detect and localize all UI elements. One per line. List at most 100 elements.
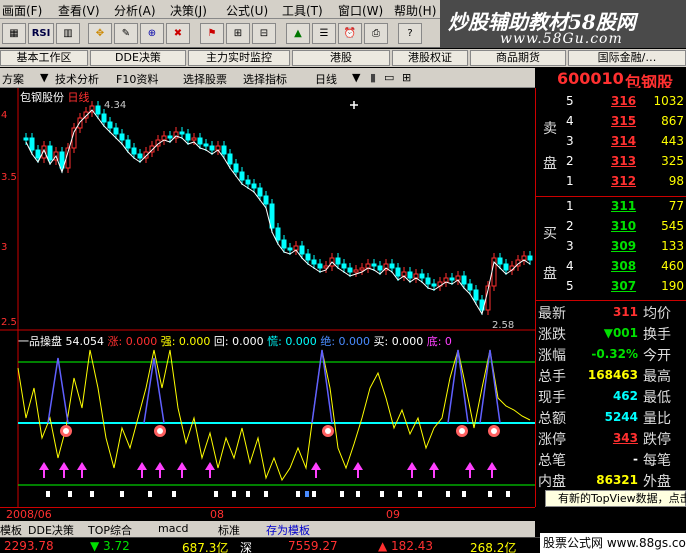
- menu-view[interactable]: 查看(V): [58, 2, 100, 19]
- chart-type-icon[interactable]: ▮: [370, 71, 376, 84]
- sell-price-3[interactable]: 314: [611, 134, 636, 148]
- menu-screen[interactable]: 画面(F): [2, 2, 42, 19]
- buy-price-4[interactable]: 308: [611, 259, 636, 273]
- buy-volume-2: 545: [661, 219, 684, 233]
- tab-hk-warrant[interactable]: 港股权证: [392, 50, 468, 66]
- kline-chart[interactable]: 4 3.5 3 2.5: [0, 88, 535, 507]
- signal-marker: [296, 491, 300, 497]
- signal-marker: [90, 491, 94, 497]
- tab-top[interactable]: TOP综合: [88, 522, 132, 538]
- sell-price-1[interactable]: 312: [611, 174, 636, 188]
- buy-price-1[interactable]: 311: [611, 199, 636, 213]
- crosshair-icon[interactable]: ⊕: [140, 23, 164, 44]
- tab-dde[interactable]: DDE决策: [90, 50, 186, 66]
- dropdown-icon[interactable]: ▼: [40, 71, 48, 84]
- tab-template[interactable]: 模板: [0, 522, 22, 538]
- tab-commodity[interactable]: 商品期货: [470, 50, 566, 66]
- candle-body: [443, 277, 449, 283]
- quote-panel: 5 316 1032 4 315 867 3 314 443 2 313 325 1 312 98 1 311 7…: [535, 88, 686, 507]
- tab-basic-workspace[interactable]: 基本工作区: [0, 50, 88, 66]
- candle-body: [299, 245, 305, 255]
- candle-body: [233, 163, 239, 173]
- topview-notice[interactable]: 有新的TopView数据，点击: [545, 490, 686, 507]
- candle-body: [191, 137, 197, 141]
- buy-volume-5: 190: [661, 279, 684, 293]
- candle-body: [287, 247, 293, 251]
- sell-price-4[interactable]: 315: [611, 114, 636, 128]
- move-icon[interactable]: ✥: [88, 23, 112, 44]
- stat-label: 涨幅: [538, 348, 566, 364]
- f10-button[interactable]: F10资料: [116, 71, 158, 87]
- select-indicator-button[interactable]: 选择指标: [243, 71, 287, 87]
- buy-volume-4: 460: [661, 259, 684, 273]
- stat-value: -0.32%: [591, 347, 638, 361]
- sell-level-5: 5: [566, 94, 574, 108]
- flag-icon[interactable]: ⚑: [200, 23, 224, 44]
- candle-body: [263, 195, 269, 205]
- menu-analysis[interactable]: 分析(A): [114, 2, 156, 19]
- sell-price-2[interactable]: 313: [611, 154, 636, 168]
- grid-toggle-icon[interactable]: ⊞: [402, 71, 411, 84]
- buy-price-5[interactable]: 307: [611, 279, 636, 293]
- indicator-icon[interactable]: ▲: [286, 23, 310, 44]
- y-tick-label: 3.5: [1, 172, 17, 183]
- grid-icon[interactable]: ▦: [2, 23, 26, 44]
- signal-marker: [446, 491, 450, 497]
- menu-formula[interactable]: 公式(U): [226, 2, 268, 19]
- stat-value: 168463: [587, 368, 638, 382]
- sell-level-1: 1: [566, 174, 574, 188]
- menu-tools[interactable]: 工具(T): [282, 2, 323, 19]
- stat-label: 总手: [538, 369, 566, 385]
- tab-standard[interactable]: 标准: [218, 522, 240, 538]
- candle-body: [209, 145, 215, 151]
- rsi-button[interactable]: RSI: [28, 23, 54, 44]
- scheme-button[interactable]: 方案: [2, 71, 24, 87]
- list-icon[interactable]: ☰: [312, 23, 336, 44]
- candle-body: [221, 145, 227, 155]
- stat-label-right: 每笔: [643, 453, 671, 469]
- bar-chart-icon[interactable]: ▥: [56, 23, 80, 44]
- tool-icon[interactable]: ▭: [384, 71, 394, 84]
- date-right: 09: [386, 508, 400, 521]
- tab-intl-finance[interactable]: 国际金融/…: [568, 50, 686, 66]
- tab-main-monitor[interactable]: 主力实时监控: [188, 50, 290, 66]
- period-dropdown-icon[interactable]: ▼: [352, 71, 360, 84]
- tab-dde-decision[interactable]: DDE决策: [28, 522, 74, 538]
- candle-body: [239, 171, 245, 181]
- candle-body: [371, 263, 377, 267]
- tech-analysis-button[interactable]: 技术分析: [55, 71, 99, 87]
- candle-body: [107, 121, 113, 129]
- candle-body: [305, 253, 311, 261]
- candle-body: [335, 257, 341, 265]
- tab-macd[interactable]: macd: [158, 522, 189, 535]
- signal-marker: [418, 491, 422, 497]
- stat-value: 86321: [596, 473, 638, 487]
- tab-save-template[interactable]: 存为模板: [266, 522, 310, 538]
- buy-price-3[interactable]: 309: [611, 239, 636, 253]
- candle-body: [275, 227, 281, 241]
- signal-marker: [46, 491, 50, 497]
- select-stock-button[interactable]: 选择股票: [183, 71, 227, 87]
- zoom-out-icon[interactable]: ⊟: [252, 23, 276, 44]
- period-button[interactable]: 日线: [315, 71, 337, 87]
- sz-change: ▲ 182.43: [378, 539, 434, 553]
- menu-help[interactable]: 帮助(H): [394, 2, 436, 19]
- candle-body: [113, 127, 119, 135]
- tab-hk[interactable]: 港股: [292, 50, 390, 66]
- help-icon[interactable]: ?: [398, 23, 422, 44]
- close-red-icon[interactable]: ✖: [166, 23, 190, 44]
- signal-marker: [68, 491, 72, 497]
- candle-body: [203, 143, 209, 147]
- candle-body: [131, 147, 137, 155]
- zoom-in-icon[interactable]: ⊞: [226, 23, 250, 44]
- sell-price-5[interactable]: 316: [611, 94, 636, 108]
- buy-price-2[interactable]: 310: [611, 219, 636, 233]
- alarm-icon[interactable]: ⏰: [338, 23, 362, 44]
- candle-body: [425, 277, 431, 285]
- signal-marker: [488, 491, 492, 497]
- menu-window[interactable]: 窗口(W): [338, 2, 383, 19]
- stat-label-right: 最低: [643, 390, 671, 406]
- print-icon[interactable]: ⎙: [364, 23, 388, 44]
- menu-decision[interactable]: 决策(J): [170, 2, 207, 19]
- pencil-icon[interactable]: ✎: [114, 23, 138, 44]
